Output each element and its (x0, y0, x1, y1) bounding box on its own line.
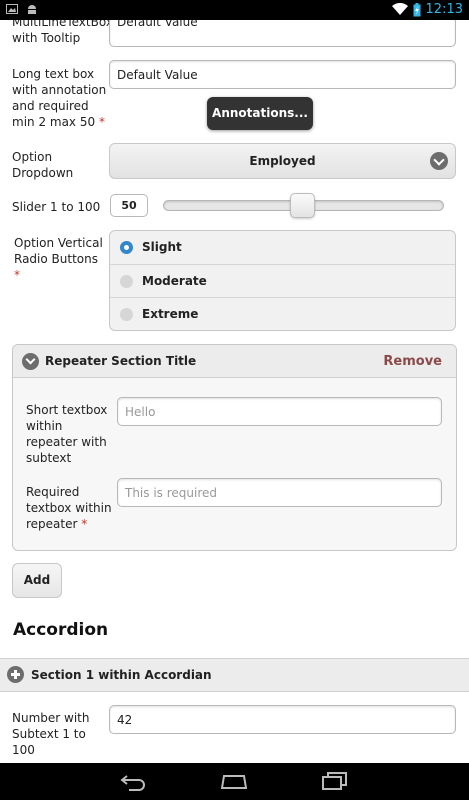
back-icon[interactable] (119, 771, 149, 791)
radio-group[interactable]: Slight Moderate Extreme (109, 230, 456, 331)
dropdown-label: Option Dropdown (12, 150, 74, 180)
accordion-title: Accordion (13, 620, 109, 640)
form-content[interactable]: MultiLineTextBox with Tooltip Default Va… (0, 20, 469, 763)
add-button[interactable]: Add (12, 563, 62, 598)
radio-option[interactable]: Extreme (110, 298, 455, 330)
required-mark: * (81, 517, 88, 531)
long-text-label: Long text box with annotation and requir… (12, 66, 107, 130)
accordion-section-1-header[interactable]: Section 1 within Accordian (0, 658, 469, 692)
slider-value-input[interactable]: 50 (110, 194, 148, 217)
android-icon (28, 5, 36, 14)
repeater-header[interactable]: Repeater Section Title Remove (13, 345, 456, 378)
repeater-required-label-text: Required textbox within repeater (26, 485, 112, 531)
repeater-required-label: Required textbox within repeater * (26, 484, 116, 532)
accordion-section-1-title: Section 1 within Accordian (31, 668, 212, 682)
long-text-input[interactable]: Default Value (109, 60, 456, 89)
wifi-icon (391, 3, 408, 15)
annotations-tooltip[interactable]: Annotations... (207, 97, 313, 130)
repeater-section: Repeater Section Title Remove Short text… (12, 344, 457, 551)
required-mark: * (98, 115, 105, 129)
radio-label-text: Option Vertical Radio Buttons (14, 236, 103, 266)
chevron-down-icon (430, 152, 448, 170)
slider-handle[interactable] (289, 193, 315, 218)
radio-unchecked-icon (120, 274, 133, 288)
remove-link[interactable]: Remove (383, 345, 442, 378)
clock: 12:13 (425, 2, 463, 17)
number-label: Number with Subtext 1 to 100 (12, 711, 90, 757)
long-text-label-text: Long text box with annotation and requir… (12, 67, 107, 129)
radio-label: Option Vertical Radio Buttons * (14, 235, 106, 283)
radio-option[interactable]: Moderate (110, 265, 455, 299)
radio-checked-icon (120, 241, 133, 254)
radio-unchecked-icon (120, 308, 133, 322)
slider-label: Slider 1 to 100 (12, 200, 101, 214)
repeater-short-label: Short textbox within repeater with subte… (26, 403, 108, 465)
repeater-title: Repeater Section Title (45, 354, 197, 368)
radio-option-label: Extreme (142, 307, 199, 322)
home-icon[interactable] (219, 771, 249, 791)
multiline-label: MultiLineTextBox with Tooltip (12, 20, 113, 45)
radio-option-label: Slight (142, 240, 182, 254)
status-bar: 12:13 (0, 0, 469, 20)
navigation-bar (0, 763, 469, 800)
option-dropdown[interactable]: Employed (109, 143, 456, 179)
chevron-down-icon (22, 353, 39, 370)
number-input[interactable]: 42 (109, 705, 456, 734)
repeater-required-input[interactable]: This is required (117, 478, 442, 507)
repeater-short-input[interactable]: Hello (117, 397, 442, 426)
battery-charging-icon (413, 2, 421, 16)
radio-option[interactable]: Slight (110, 231, 455, 265)
multiline-textbox[interactable]: Default Value (109, 20, 456, 47)
plus-icon (7, 666, 24, 683)
dropdown-selected-value: Employed (249, 154, 316, 168)
radio-option-label: Moderate (142, 273, 207, 288)
recent-apps-icon[interactable] (320, 771, 350, 791)
required-mark: * (14, 268, 20, 282)
image-icon (6, 4, 18, 14)
